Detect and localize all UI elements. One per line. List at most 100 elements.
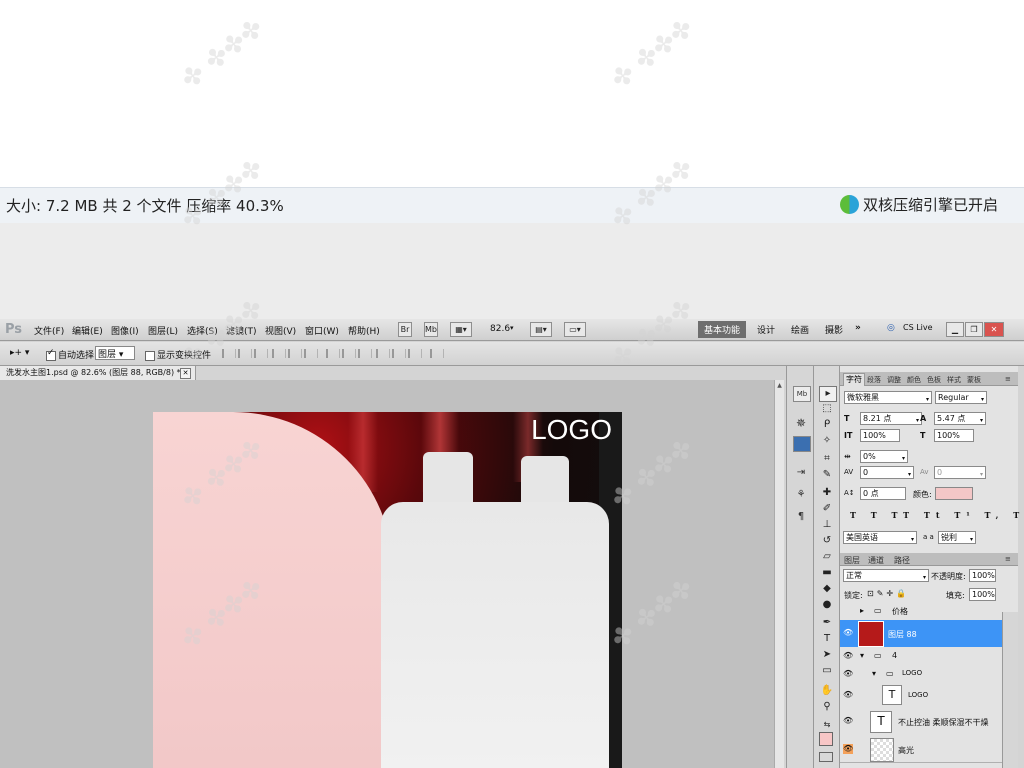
collapse-arrow-icon[interactable]: ▾ (860, 651, 864, 660)
crop-tool-icon[interactable]: ⌗ (819, 452, 835, 466)
opacity-field[interactable]: 100% (969, 569, 996, 582)
baseline-shift-field[interactable]: 0 点 (860, 487, 906, 500)
layer-row-slogan[interactable]: 👁 T 不止控油 柔顺保湿不干燥 (840, 707, 1002, 737)
clone-source-icon[interactable]: ⚘ (793, 488, 809, 502)
tsume-field[interactable]: 0 ▾ (934, 466, 986, 479)
align-right-icon[interactable] (304, 349, 318, 358)
layer-row-logo-text[interactable]: 👁 T LOGO (840, 682, 1002, 708)
minibridge-panel-icon[interactable]: Mb (793, 386, 811, 402)
fill-field[interactable]: 100% (969, 588, 996, 601)
gradient-tool-icon[interactable]: ▬ (819, 566, 835, 580)
font-style-select[interactable]: Regular ▾ (935, 391, 987, 404)
distribute-hcenter-icon[interactable] (392, 349, 406, 358)
quick-mask-icon[interactable] (819, 752, 833, 762)
align-vcenter-icon[interactable] (238, 349, 252, 358)
layer-row-group-4[interactable]: 👁 ▾ ▭ 4 (840, 647, 1002, 666)
pen-tool-icon[interactable]: ✒ (819, 616, 835, 630)
distribute-left-icon[interactable] (376, 349, 390, 358)
eye-icon[interactable]: 👁 (843, 669, 853, 679)
document-tab[interactable]: 洗发水主图1.psd @ 82.6% (图层 88, RGB/8) * ✕ (0, 366, 196, 380)
minimize-icon[interactable]: ▁ (946, 322, 964, 337)
panel-menu-icon[interactable]: ≡ (1005, 375, 1011, 383)
auto-align-icon[interactable] (430, 349, 444, 358)
expand-arrow-icon[interactable]: ▸ (860, 606, 864, 615)
move-tool-icon[interactable]: ▸ (819, 386, 837, 402)
visibility-toggle[interactable] (843, 606, 853, 616)
blend-mode-select[interactable]: 正常 ▾ (843, 569, 929, 582)
quick-select-tool-icon[interactable]: ✧ (819, 434, 835, 448)
layers-panel-menu-icon[interactable]: ≡ (1005, 555, 1011, 563)
tab-styles[interactable]: 样式 (947, 375, 961, 385)
show-transform-toggle[interactable]: 显示变换控件 (145, 348, 211, 361)
menu-edit[interactable]: 编辑(E) (72, 324, 103, 337)
navigator-panel-icon[interactable]: ✵ (793, 416, 809, 430)
tab-layers[interactable]: 图层 (844, 555, 860, 566)
lock-icons[interactable]: ⊡✎✛🔒 (867, 589, 909, 598)
horizontal-scale-field[interactable]: 100% (934, 429, 974, 442)
dodge-tool-icon[interactable]: ● (819, 598, 835, 612)
healing-tool-icon[interactable]: ✚ (819, 486, 835, 500)
vertical-scale-field[interactable]: 100% (860, 429, 900, 442)
blur-tool-icon[interactable]: ◆ (819, 582, 835, 596)
eraser-tool-icon[interactable]: ▱ (819, 550, 835, 564)
more-workspaces-icon[interactable]: » (855, 323, 861, 333)
layers-scrollbar[interactable] (1002, 612, 1018, 768)
distribute-bottom-icon[interactable] (358, 349, 372, 358)
leading-field[interactable]: 5.47 点 ▾ (934, 412, 986, 425)
align-left-icon[interactable] (272, 349, 286, 358)
layer-row-logo-group[interactable]: 👁 ▾ ▭ LOGO (840, 665, 1002, 683)
screen-mode-icon[interactable]: ▭▾ (564, 322, 586, 337)
image-panel-icon[interactable] (793, 436, 811, 452)
collapse-arrow-icon[interactable]: ▾ (872, 669, 876, 678)
stamp-tool-icon[interactable]: ⊥ (819, 518, 835, 532)
tracking-field[interactable]: 0 ▾ (860, 466, 914, 479)
tab-paths[interactable]: 路径 (894, 555, 910, 566)
font-family-select[interactable]: 微软雅黑 ▾ (844, 391, 932, 404)
distribute-top-icon[interactable] (326, 349, 340, 358)
zoom-level[interactable]: 82.6 (490, 324, 510, 334)
marquee-tool-icon[interactable]: ⬚ (819, 402, 835, 416)
brush-preset-icon[interactable]: ⇥ (793, 466, 809, 480)
lasso-tool-icon[interactable]: ᑭ (819, 418, 835, 432)
eye-icon[interactable]: 👁 (843, 744, 853, 754)
cslive-icon[interactable]: ◎ (887, 323, 895, 333)
distribute-vcenter-icon[interactable] (342, 349, 356, 358)
menu-select[interactable]: 选择(S) (187, 324, 218, 337)
tab-swatches[interactable]: 色板 (927, 375, 941, 385)
paragraph-panel-icon[interactable]: ¶ (793, 510, 809, 524)
shape-tool-icon[interactable]: ▭ (819, 664, 835, 678)
color-swap-icon[interactable]: ⇆ (819, 718, 835, 732)
text-style-buttons[interactable]: T T TT Tt T¹ T, T T (850, 510, 1024, 520)
workspace-photography[interactable]: 摄影 (825, 323, 843, 336)
cslive-button[interactable]: CS Live (903, 323, 933, 332)
workspace-design[interactable]: 设计 (757, 323, 775, 336)
distribute-right-icon[interactable] (408, 349, 422, 358)
align-top-icon[interactable] (222, 349, 236, 358)
layer-row-highlight[interactable]: 👁 高光 (840, 736, 1002, 763)
layer-row-price[interactable]: ▸ ▭ 价格 (840, 602, 1002, 621)
menu-view[interactable]: 视图(V) (265, 324, 296, 337)
menu-help[interactable]: 帮助(H) (348, 324, 380, 337)
kerning-field[interactable]: 0% ▾ (860, 450, 908, 463)
align-bottom-icon[interactable] (254, 349, 268, 358)
auto-select-checkbox[interactable] (46, 348, 56, 361)
history-brush-icon[interactable]: ↺ (819, 534, 835, 548)
layer-row-88[interactable]: 👁 图层 88 (840, 620, 1002, 648)
zoom-tool-icon[interactable]: ⚲ (819, 700, 835, 714)
move-tool-icon[interactable]: ▸+ ▾ (10, 348, 29, 358)
auto-select-dropdown[interactable]: 图层 ▾ (95, 346, 135, 360)
close-document-icon[interactable]: ✕ (180, 368, 191, 379)
menu-file[interactable]: 文件(F) (34, 324, 64, 337)
eyedropper-tool-icon[interactable]: ✎ (819, 468, 835, 482)
auto-select-toggle[interactable]: 自动选择: (46, 348, 97, 361)
restore-icon[interactable]: ❐ (965, 322, 983, 337)
workspace-painting[interactable]: 绘画 (791, 323, 809, 336)
document-canvas[interactable]: LOGO (153, 412, 622, 768)
bridge-icon[interactable]: Br (398, 322, 412, 337)
hand-tool-icon[interactable]: ✋ (819, 684, 835, 698)
menu-layer[interactable]: 图层(L) (148, 324, 178, 337)
tab-channels[interactable]: 通道 (868, 555, 884, 566)
scroll-up-icon[interactable]: ▲ (775, 381, 784, 390)
arrange-docs-icon[interactable]: ▤▾ (530, 322, 552, 337)
text-color-swatch[interactable] (935, 487, 973, 500)
